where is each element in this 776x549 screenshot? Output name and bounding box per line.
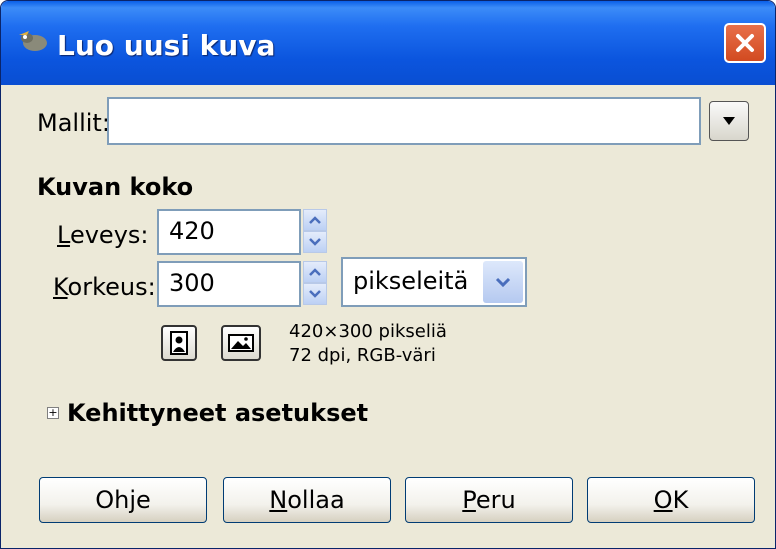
reset-button-label: Nollaa xyxy=(269,486,345,514)
advanced-options-label[interactable]: Kehittyneet asetukset xyxy=(67,399,368,427)
width-value: 420 xyxy=(169,217,215,245)
cancel-button[interactable]: Peru xyxy=(405,477,573,523)
height-spin-down[interactable] xyxy=(303,283,327,305)
cancel-button-label: Peru xyxy=(462,486,516,514)
image-resolution-info: 72 dpi, RGB-väri xyxy=(289,345,436,366)
chevron-down-icon xyxy=(495,277,511,287)
width-spinner[interactable] xyxy=(303,209,327,253)
image-size-info: 420×300 pikseliä xyxy=(289,321,447,342)
height-label-mnemonic: K xyxy=(53,273,68,301)
gimp-wilber-icon xyxy=(19,31,47,51)
portrait-icon xyxy=(170,331,188,355)
height-label: Korkeus: xyxy=(53,273,156,301)
portrait-button[interactable] xyxy=(161,325,197,361)
ok-button[interactable]: OK xyxy=(587,477,755,523)
width-spin-up[interactable] xyxy=(303,209,327,231)
window-title: Luo uusi kuva xyxy=(57,29,276,62)
height-spin-up[interactable] xyxy=(303,261,327,283)
template-combo-field[interactable] xyxy=(107,97,701,145)
chevron-down-icon xyxy=(309,238,321,246)
chevron-down-icon xyxy=(309,290,321,298)
image-size-heading: Kuvan koko xyxy=(37,173,194,201)
unit-select[interactable]: pikseleitä xyxy=(341,257,527,307)
help-button-label: Ohje xyxy=(95,486,151,514)
template-dropdown-button[interactable] xyxy=(709,101,749,141)
width-label-rest: eveys: xyxy=(69,221,149,249)
width-spin-down[interactable] xyxy=(303,231,327,253)
width-label: Leveys: xyxy=(57,221,148,249)
template-label: Mallit: xyxy=(37,109,110,137)
chevron-up-icon xyxy=(309,268,321,276)
reset-button[interactable]: Nollaa xyxy=(223,477,391,523)
height-label-rest: orkeus: xyxy=(67,273,156,301)
dialog-content: Mallit: Kuvan koko Leveys: 420 Korkeus: … xyxy=(1,85,775,548)
help-button[interactable]: Ohje xyxy=(39,477,207,523)
width-label-mnemonic: L xyxy=(57,221,70,249)
landscape-icon xyxy=(228,334,254,352)
triangle-down-icon xyxy=(723,117,735,125)
advanced-expander-icon[interactable]: + xyxy=(47,407,59,419)
close-button[interactable] xyxy=(724,23,766,63)
ok-button-label: OK xyxy=(653,486,689,514)
landscape-button[interactable] xyxy=(221,325,261,361)
unit-value: pikseleitä xyxy=(353,267,469,295)
chevron-up-icon xyxy=(309,216,321,224)
width-input[interactable]: 420 xyxy=(157,209,301,255)
title-bar[interactable]: Luo uusi kuva xyxy=(1,1,775,85)
unit-dropdown-button[interactable] xyxy=(483,261,523,303)
height-value: 300 xyxy=(169,269,215,297)
height-input[interactable]: 300 xyxy=(157,261,301,307)
new-image-dialog: Luo uusi kuva Mallit: Kuvan koko Leveys:… xyxy=(0,0,776,549)
close-icon xyxy=(736,34,754,52)
height-spinner[interactable] xyxy=(303,261,327,305)
